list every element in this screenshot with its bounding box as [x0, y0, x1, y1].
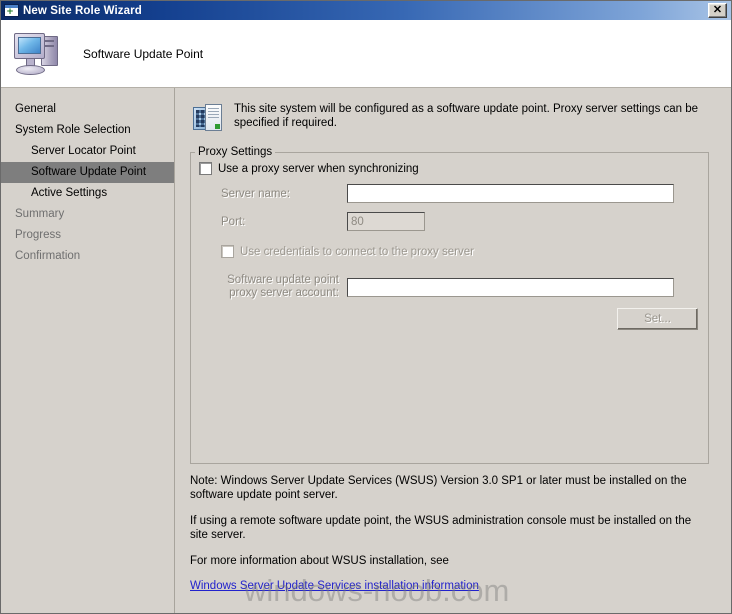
use-proxy-label: Use a proxy server when synchronizing — [218, 162, 419, 175]
server-name-row: Server name: — [199, 184, 698, 203]
content-pane: This site system will be configured as a… — [175, 88, 731, 613]
use-proxy-checkbox[interactable] — [199, 162, 212, 175]
sidebar-item-general[interactable]: General — [1, 99, 174, 120]
proxy-account-input[interactable] — [347, 277, 674, 297]
wizard-window: + New Site Role Wizard ✕ Software Update… — [0, 0, 732, 614]
close-icon: ✕ — [712, 4, 723, 16]
proxy-account-label-line1: Software update point — [227, 274, 339, 286]
note-wsus-version: Note: Windows Server Update Services (WS… — [190, 475, 687, 501]
proxy-account-label-line2: proxy server account: — [229, 287, 339, 299]
window-title: New Site Role Wizard — [23, 4, 142, 17]
sidebar-item-software-update-point[interactable]: Software Update Point — [1, 162, 174, 183]
proxy-settings-group: Proxy Settings Use a proxy server when s… — [190, 146, 709, 464]
close-button[interactable]: ✕ — [708, 3, 727, 18]
info-banner: This site system will be configured as a… — [193, 102, 719, 133]
sidebar-item-system-role-selection[interactable]: System Role Selection — [1, 120, 174, 141]
server-name-input[interactable] — [347, 184, 674, 203]
use-credentials-row[interactable]: Use credentials to connect to the proxy … — [221, 245, 698, 258]
wizard-step-list: General System Role Selection Server Loc… — [1, 88, 175, 613]
title-bar: + New Site Role Wizard ✕ — [1, 1, 731, 20]
use-credentials-label: Use credentials to connect to the proxy … — [240, 245, 474, 258]
header-banner: Software Update Point — [1, 20, 731, 88]
dialog-body: General System Role Selection Server Loc… — [1, 88, 731, 613]
site-system-icon — [193, 103, 223, 133]
note-remote-console: If using a remote software update point,… — [190, 515, 692, 541]
page-title: Software Update Point — [83, 46, 204, 61]
port-input[interactable] — [347, 212, 425, 231]
sidebar-item-progress: Progress — [15, 229, 62, 241]
info-description: This site system will be configured as a… — [234, 103, 699, 129]
port-label: Port: — [221, 215, 246, 228]
sidebar-item-confirmation: Confirmation — [15, 250, 81, 262]
sidebar-item-summary: Summary — [15, 208, 65, 220]
wsus-install-info-link[interactable]: Windows Server Update Services installat… — [190, 580, 479, 592]
proxy-settings-legend: Proxy Settings — [198, 146, 273, 158]
new-window-icon: + — [4, 4, 19, 17]
use-credentials-checkbox[interactable] — [221, 245, 234, 258]
port-row: Port: — [199, 212, 698, 231]
proxy-account-label: Software update point proxy server accou… — [199, 274, 347, 300]
note-more-info: For more information about WSUS installa… — [190, 555, 449, 567]
set-button-row: Set... — [199, 308, 698, 330]
notes-section: Note: Windows Server Update Services (WS… — [190, 474, 709, 593]
use-proxy-row[interactable]: Use a proxy server when synchronizing — [199, 162, 698, 175]
server-name-label: Server name: — [221, 187, 291, 200]
sidebar-item-server-locator-point[interactable]: Server Locator Point — [1, 141, 174, 162]
set-button[interactable]: Set... — [617, 308, 698, 330]
proxy-account-row: Software update point proxy server accou… — [199, 274, 698, 300]
sidebar-item-active-settings[interactable]: Active Settings — [1, 183, 174, 204]
computer-icon — [11, 31, 65, 77]
